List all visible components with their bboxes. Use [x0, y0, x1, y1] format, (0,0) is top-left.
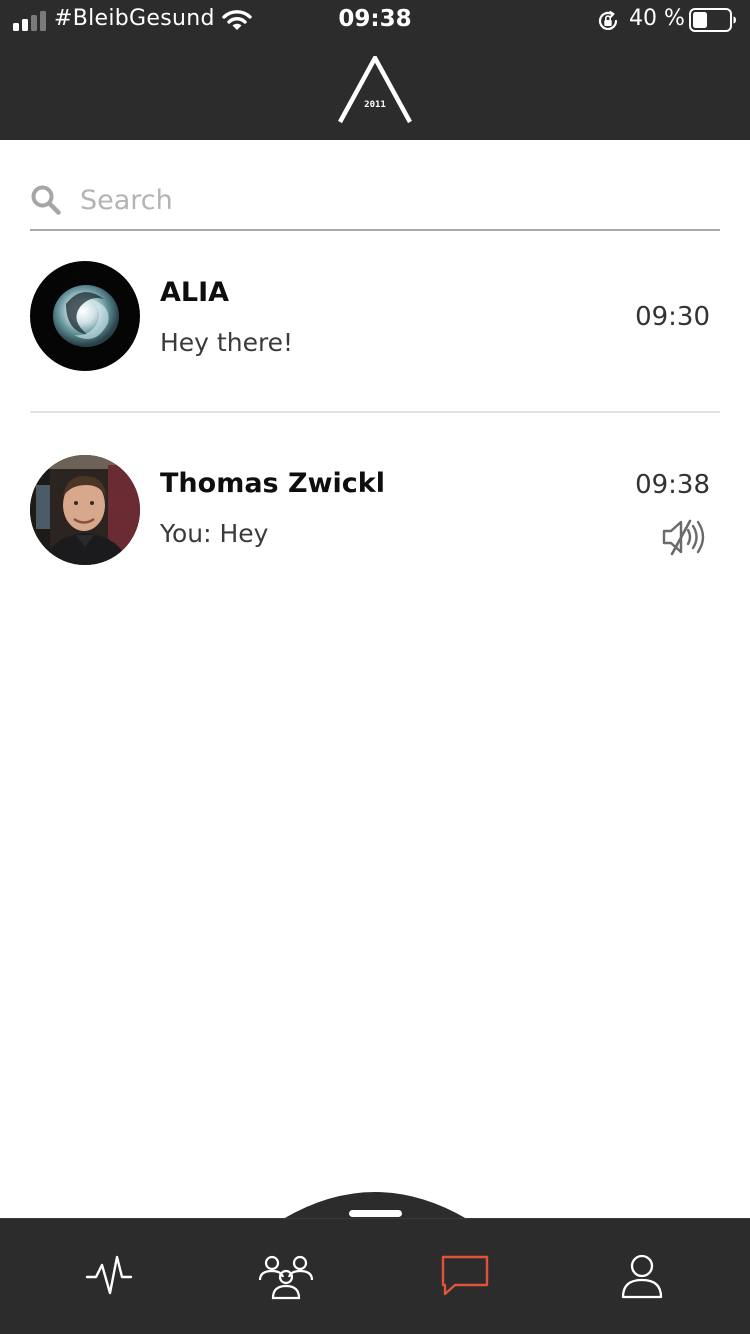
chat-bubble-icon — [441, 1255, 488, 1296]
rotation-lock-icon — [598, 10, 618, 30]
drawer-handle[interactable] — [349, 1210, 402, 1217]
avatar-alia — [30, 261, 140, 371]
battery-icon — [689, 8, 736, 32]
activity-pulse-icon — [85, 1255, 132, 1295]
wifi-icon — [222, 10, 252, 30]
app-logo[interactable]: 2011 — [338, 56, 412, 124]
chat-time: 09:30 — [635, 302, 710, 332]
chat-last-message: You: Hey — [160, 519, 269, 548]
top-bar: #BleibGesund 09:38 40 % 2011 — [0, 0, 750, 140]
chat-name: ALIA — [160, 277, 230, 308]
profile-user-icon — [621, 1254, 662, 1299]
tab-chats[interactable] — [371, 1219, 558, 1334]
tab-community[interactable] — [192, 1219, 379, 1334]
community-group-icon — [258, 1255, 313, 1300]
status-bar: #BleibGesund 09:38 40 % — [0, 0, 750, 40]
search-icon — [31, 185, 61, 215]
tab-activity[interactable] — [15, 1219, 202, 1334]
chat-list-item[interactable]: ALIA Hey there! 09:30 — [30, 243, 720, 393]
chat-last-message: Hey there! — [160, 328, 294, 357]
list-divider — [30, 411, 720, 413]
alia-orb-icon — [30, 261, 140, 371]
tab-bar — [0, 1218, 750, 1334]
chat-list-item[interactable]: Thomas Zwickl You: Hey 09:38 — [30, 437, 720, 587]
search-input[interactable] — [80, 180, 700, 220]
carrier-name: #BleibGesund — [54, 6, 215, 31]
search-bar — [30, 170, 720, 231]
user-photo — [30, 455, 140, 565]
battery-percent: 40 % — [629, 6, 685, 31]
avatar-thomas-zwickl — [30, 455, 140, 565]
chat-time: 09:38 — [635, 470, 710, 500]
tab-profile[interactable] — [548, 1219, 735, 1334]
logo-year: 2011 — [364, 100, 386, 110]
chat-name: Thomas Zwickl — [160, 468, 386, 499]
muted-speaker-icon — [662, 519, 705, 556]
cellular-signal-icon — [13, 11, 46, 31]
